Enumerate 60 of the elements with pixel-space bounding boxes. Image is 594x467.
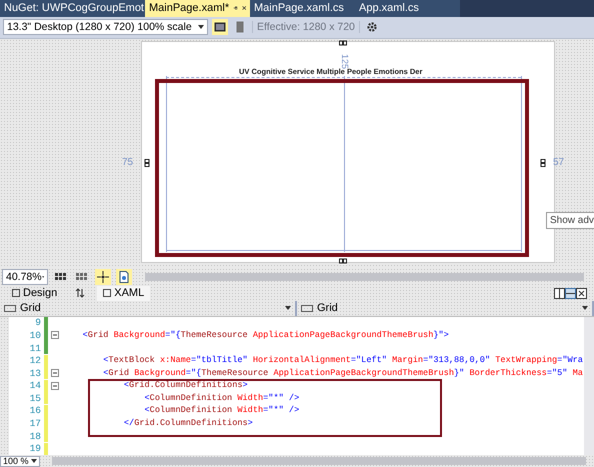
right-margin-label: 57: [553, 156, 564, 168]
snap-lines-button[interactable]: [95, 268, 111, 285]
document-tab[interactable]: MainPage.xaml*: [145, 0, 250, 17]
horizontal-scrollbar[interactable]: [145, 272, 584, 281]
xaml-tab[interactable]: XAML: [97, 286, 150, 301]
grid-icon: [55, 272, 67, 281]
collapse-icon[interactable]: [51, 382, 59, 390]
grid-element-icon: [4, 304, 16, 312]
grid-icon: [76, 272, 88, 281]
close-icon[interactable]: [242, 4, 246, 12]
crosshair-icon: [97, 270, 109, 283]
line-number: 11: [28, 342, 41, 354]
design-tab[interactable]: Design: [6, 286, 64, 301]
dropdown-caret-icon: [285, 306, 291, 310]
pin-icon[interactable]: [233, 4, 238, 12]
split-layout-icons[interactable]: [554, 288, 588, 299]
line-number: 16: [28, 405, 41, 416]
top-margin-label: 125: [340, 54, 350, 69]
line-number: 13: [28, 368, 41, 379]
document-tab[interactable]: MainPage.xaml.cs: [250, 0, 355, 17]
left-margin-label: 75: [122, 156, 134, 168]
line-number: 10: [28, 330, 41, 341]
code-line: <ColumnDefinition Width="*" />: [144, 394, 300, 403]
swap-panes-icon[interactable]: [75, 288, 86, 298]
landscape-button[interactable]: [212, 19, 228, 36]
document-tab[interactable]: App.xaml.cs: [355, 0, 460, 17]
landscape-icon: [214, 22, 226, 32]
line-number: 17: [28, 418, 41, 430]
design-icon: [12, 289, 20, 298]
code-line: </Grid.ColumnDefinitions>: [122, 419, 253, 428]
document-icon: [119, 270, 129, 283]
code-line: <Grid Background="{ThemeResource ApplicationPageBackgroundThemeBrush}" BorderThickness="5" Ma: [102, 368, 583, 378]
xaml-icon: [103, 289, 112, 298]
line-number: 9: [34, 317, 41, 328]
line-number: 12: [28, 355, 41, 366]
code-line: <Grid.ColumnDefinitions>: [122, 381, 248, 390]
line-number: 19: [28, 443, 41, 454]
project-code-button[interactable]: [116, 268, 132, 285]
vertical-scrollbar[interactable]: [584, 316, 594, 456]
tooltip: Show adv: [546, 212, 594, 229]
effective-size-label: Effective: 1280 x 720: [252, 21, 360, 34]
portrait-icon: [236, 21, 244, 34]
dropdown-caret-icon: [198, 25, 204, 30]
zoom-dropdown[interactable]: 40.78%: [2, 268, 48, 285]
horizontal-scrollbar[interactable]: [52, 457, 586, 466]
grid-element-icon: [301, 304, 313, 312]
dropdown-caret-icon: [31, 459, 37, 464]
line-number: 18: [28, 430, 41, 442]
code-line: <Grid Background="{ThemeResource ApplicationPageBackgroundThemeBrush}">: [82, 330, 449, 340]
device-dropdown[interactable]: 13.3" Desktop (1280 x 720) 100% scale: [3, 19, 208, 36]
dropdown-caret-icon: [582, 306, 588, 310]
code-line: <TextBlock x:Name="tblTitle" HorizontalAlignment="Left" Margin="313,88,0,0" TextWrapping="Wra: [102, 356, 583, 366]
settings-icon: [366, 21, 378, 34]
collapse-icon[interactable]: [51, 331, 59, 340]
code-line: <ColumnDefinition Width="*" />: [144, 406, 300, 416]
document-tab[interactable]: NuGet: UWPCogGroupEmot: [0, 0, 145, 17]
collapse-icon[interactable]: [51, 369, 59, 378]
line-number: 15: [28, 392, 41, 404]
line-number: 14: [28, 380, 41, 392]
editor-zoom-dropdown[interactable]: 100 %: [0, 456, 40, 467]
